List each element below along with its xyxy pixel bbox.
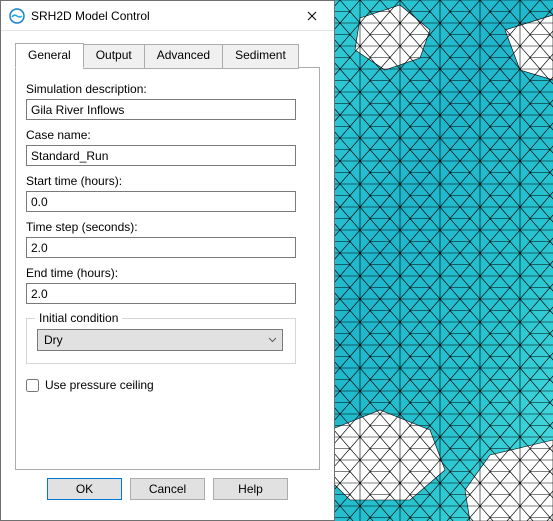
end-time-input[interactable] — [26, 283, 296, 304]
tab-sediment[interactable]: Sediment — [222, 44, 299, 69]
tab-output[interactable]: Output — [83, 44, 145, 69]
dialog-body: General Output Advanced Sediment Simulat… — [1, 31, 334, 520]
close-button[interactable] — [289, 1, 334, 30]
end-time-label: End time (hours): — [26, 266, 309, 280]
help-button[interactable]: Help — [213, 478, 288, 500]
time-step-input[interactable] — [26, 237, 296, 258]
dialog-button-row: OK Cancel Help — [15, 470, 320, 510]
sim-desc-label: Simulation description: — [26, 82, 309, 96]
app-icon — [9, 8, 25, 24]
dialog-title: SRH2D Model Control — [31, 9, 289, 23]
pressure-ceiling-row: Use pressure ceiling — [26, 378, 309, 392]
pressure-ceiling-checkbox[interactable] — [26, 379, 39, 392]
cancel-button[interactable]: Cancel — [130, 478, 205, 500]
initial-condition-value: Dry — [37, 329, 283, 351]
tab-advanced[interactable]: Advanced — [144, 44, 223, 69]
initial-condition-legend: Initial condition — [35, 311, 122, 325]
close-icon — [307, 11, 317, 21]
sim-desc-input[interactable] — [26, 99, 296, 120]
tab-general[interactable]: General — [15, 43, 84, 68]
start-time-label: Start time (hours): — [26, 174, 309, 188]
pressure-ceiling-label[interactable]: Use pressure ceiling — [45, 378, 154, 392]
tab-panel-general: Simulation description: Case name: Start… — [15, 67, 320, 470]
initial-condition-select[interactable]: Dry — [37, 329, 283, 351]
model-control-dialog: SRH2D Model Control General Output Advan… — [0, 0, 335, 521]
start-time-input[interactable] — [26, 191, 296, 212]
initial-condition-group: Initial condition Dry — [26, 318, 296, 364]
titlebar: SRH2D Model Control — [1, 1, 334, 31]
case-name-label: Case name: — [26, 128, 309, 142]
time-step-label: Time step (seconds): — [26, 220, 309, 234]
ok-button[interactable]: OK — [47, 478, 122, 500]
case-name-input[interactable] — [26, 145, 296, 166]
tab-bar: General Output Advanced Sediment — [15, 43, 320, 68]
